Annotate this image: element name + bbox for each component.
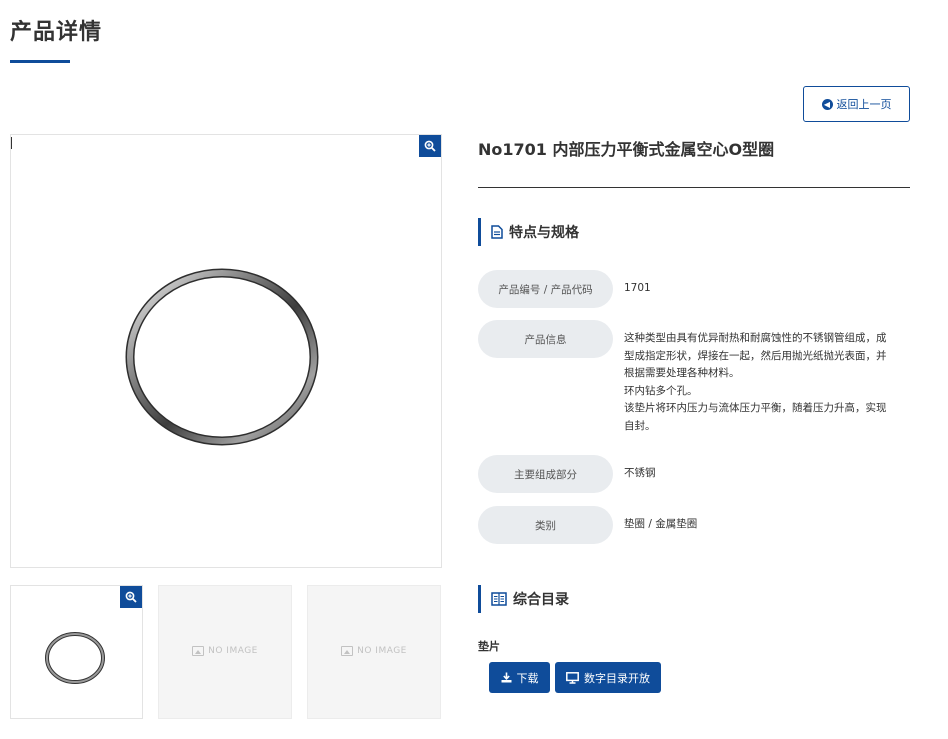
title-underline xyxy=(10,60,70,63)
zoom-in-icon xyxy=(125,591,137,603)
metal-o-ring-image xyxy=(125,268,319,446)
spec-label-category: 类别 xyxy=(478,506,613,544)
spec-value-main-component: 不锈钢 xyxy=(624,467,656,479)
spec-value-product-code: 1701 xyxy=(624,282,651,294)
thumbnail-3[interactable]: NO IMAGE xyxy=(307,585,441,719)
specs-heading-text: 特点与规格 xyxy=(509,225,579,241)
thumbnail-1[interactable] xyxy=(10,585,143,719)
digital-catalog-button-label: 数字目录开放 xyxy=(584,671,650,685)
digital-catalog-button[interactable]: 数字目录开放 xyxy=(555,662,661,693)
spec-label-main-component: 主要组成部分 xyxy=(478,455,613,493)
catalog-label: 垫片 xyxy=(478,640,500,653)
product-info-line: 自封。 xyxy=(624,419,656,432)
download-icon xyxy=(501,672,511,683)
image-placeholder-icon xyxy=(192,646,205,656)
back-button-label: 返回上一页 xyxy=(836,98,892,111)
product-info-line: 环内钻多个孔。 xyxy=(624,384,698,397)
product-info-line: 型成指定形状，焊接在一起，然后用抛光纸抛光表面，并 xyxy=(624,349,887,362)
document-icon xyxy=(491,225,503,239)
spec-value-product-info: 这种类型由具有优异耐热和耐腐蚀性的不锈钢管组成，成 型成指定形状，焊接在一起，然… xyxy=(624,330,910,435)
title-divider xyxy=(478,187,910,188)
thumbnail-2[interactable]: NO IMAGE xyxy=(158,585,292,719)
no-image-placeholder: NO IMAGE xyxy=(308,646,440,656)
download-button-label: 下载 xyxy=(516,671,539,685)
product-title: No1701 内部压力平衡式金属空心O型圈 xyxy=(478,140,775,159)
catalog-heading: 综合目录 xyxy=(478,585,569,613)
product-info-line: 该垫片将环内压力与流体压力平衡，随着压力升高，实现 xyxy=(624,402,887,414)
zoom-button[interactable] xyxy=(419,135,441,157)
specs-heading: 特点与规格 xyxy=(478,218,579,246)
zoom-in-icon xyxy=(424,140,436,152)
product-info-line: 这种类型由具有优异耐热和耐腐蚀性的不锈钢管组成，成 xyxy=(624,332,887,344)
image-placeholder-icon xyxy=(341,646,354,656)
monitor-icon xyxy=(566,671,579,684)
main-product-image[interactable] xyxy=(10,134,442,568)
thumbnail-zoom-button[interactable] xyxy=(120,586,142,608)
product-info-line: 根据需要处理各种材料。 xyxy=(624,367,740,379)
page-title: 产品详情 xyxy=(10,20,103,45)
spec-value-category: 垫圈 / 金属垫圈 xyxy=(624,518,698,530)
arrow-left-circle-icon: ◀ xyxy=(821,98,833,110)
back-button[interactable]: ◀ 返回上一页 xyxy=(803,86,910,122)
spec-label-product-code: 产品编号 / 产品代码 xyxy=(478,270,613,308)
spec-label-product-info: 产品信息 xyxy=(478,320,613,358)
no-image-text: NO IMAGE xyxy=(208,646,258,656)
no-image-text: NO IMAGE xyxy=(357,646,407,656)
catalog-heading-text: 综合目录 xyxy=(513,592,569,608)
download-button[interactable]: 下载 xyxy=(489,662,550,693)
book-icon xyxy=(491,592,507,606)
no-image-placeholder: NO IMAGE xyxy=(159,646,291,656)
